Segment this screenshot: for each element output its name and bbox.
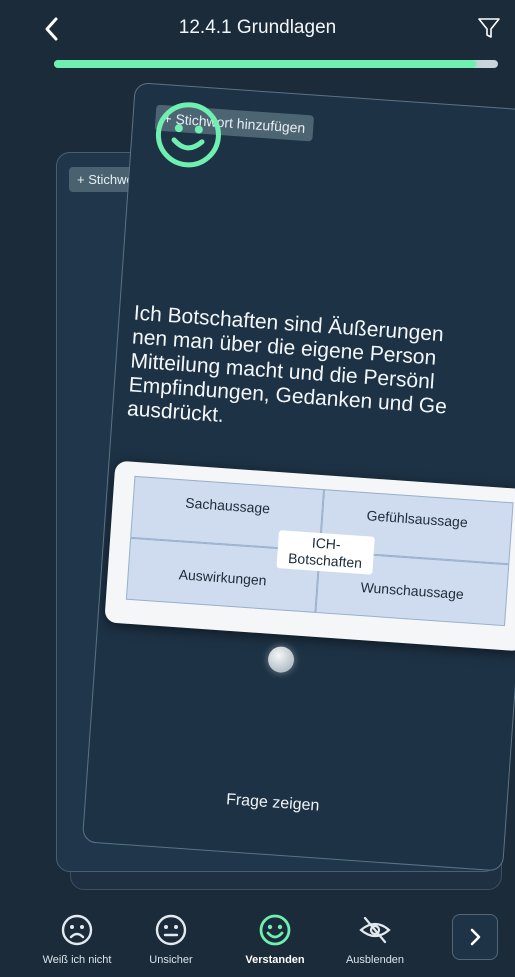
progress-bar <box>54 60 498 68</box>
rating-label: Unsicher <box>149 954 193 966</box>
rating-label: Ausblenden <box>345 954 405 966</box>
neutral-face-icon <box>155 914 187 946</box>
ich-botschaften-diagram: Sachaussage Gefühlsaussage Auswirkungen … <box>104 460 515 652</box>
show-question-button[interactable]: Frage zeigen <box>226 791 320 815</box>
front-flashcard[interactable]: + Stichwort hinzufügen Ich Botschaften s… <box>81 82 515 872</box>
filter-funnel-icon <box>478 18 500 38</box>
diagram-label: Gefühlsaussage <box>366 507 469 531</box>
progress-fill <box>54 60 476 68</box>
diagram-center-label: ICH- Botschaften <box>276 530 375 575</box>
rating-label: Weiß ich nicht <box>42 954 112 966</box>
rating-unsure-button[interactable]: Unsicher <box>126 912 216 966</box>
drag-knob[interactable] <box>267 645 295 674</box>
sad-face-icon <box>61 914 93 946</box>
filter-button[interactable] <box>477 16 501 40</box>
diagram-label: Wunschaussage <box>360 578 465 603</box>
page-title: 12.4.1 Grundlagen <box>178 17 337 38</box>
eye-slash-icon <box>359 916 391 944</box>
rating-label: Verstanden <box>245 954 305 966</box>
answer-text: Ich Botschaften sind Äußerungen nen man … <box>126 301 448 427</box>
smiley-icon <box>155 102 221 168</box>
bottom-rating-bar: Weiß ich nicht Unsicher Verstanden Ausbl… <box>0 902 515 977</box>
hide-card-button[interactable]: Ausblenden <box>330 912 420 966</box>
header: 12.4.1 Grundlagen <box>0 0 515 52</box>
diagram-grid: Sachaussage Gefühlsaussage Auswirkungen … <box>125 475 515 638</box>
next-card-button[interactable] <box>452 914 498 960</box>
rating-dont-know-button[interactable]: Weiß ich nicht <box>32 912 122 966</box>
diagram-label: Sachaussage <box>184 494 271 517</box>
smiley-icon <box>259 914 291 946</box>
chevron-right-icon <box>470 928 481 946</box>
rating-understood-button[interactable]: Verstanden <box>230 912 320 966</box>
